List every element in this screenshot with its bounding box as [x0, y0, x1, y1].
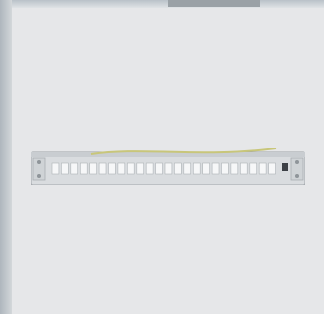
port	[221, 162, 229, 175]
shelf-top-edge	[0, 0, 324, 8]
screw-hole	[37, 160, 41, 164]
port	[51, 162, 60, 175]
port	[249, 162, 258, 175]
port	[258, 162, 267, 175]
port	[136, 162, 145, 175]
port	[183, 162, 192, 175]
port	[98, 162, 107, 175]
rack-rail	[0, 0, 12, 314]
port	[202, 162, 210, 175]
port	[79, 162, 88, 175]
port	[164, 162, 173, 175]
port	[211, 162, 220, 175]
panel-marker	[282, 163, 288, 171]
port	[268, 162, 276, 175]
port	[108, 162, 116, 175]
port	[117, 162, 126, 175]
screw-hole	[295, 160, 299, 164]
port	[174, 162, 182, 175]
patch-panel-drawing	[31, 148, 305, 185]
port	[155, 162, 163, 175]
photo-scene	[0, 0, 324, 314]
panel-top-edge	[31, 152, 305, 157]
port	[145, 162, 154, 175]
port	[230, 162, 239, 175]
port	[127, 162, 135, 175]
port	[89, 162, 97, 175]
port	[70, 162, 78, 175]
screw-hole	[37, 174, 41, 178]
port	[240, 162, 248, 175]
screw-hole	[295, 174, 299, 178]
port	[61, 162, 69, 175]
shelf-shadow	[168, 0, 260, 7]
port	[193, 162, 201, 175]
patch-panel	[31, 148, 305, 185]
